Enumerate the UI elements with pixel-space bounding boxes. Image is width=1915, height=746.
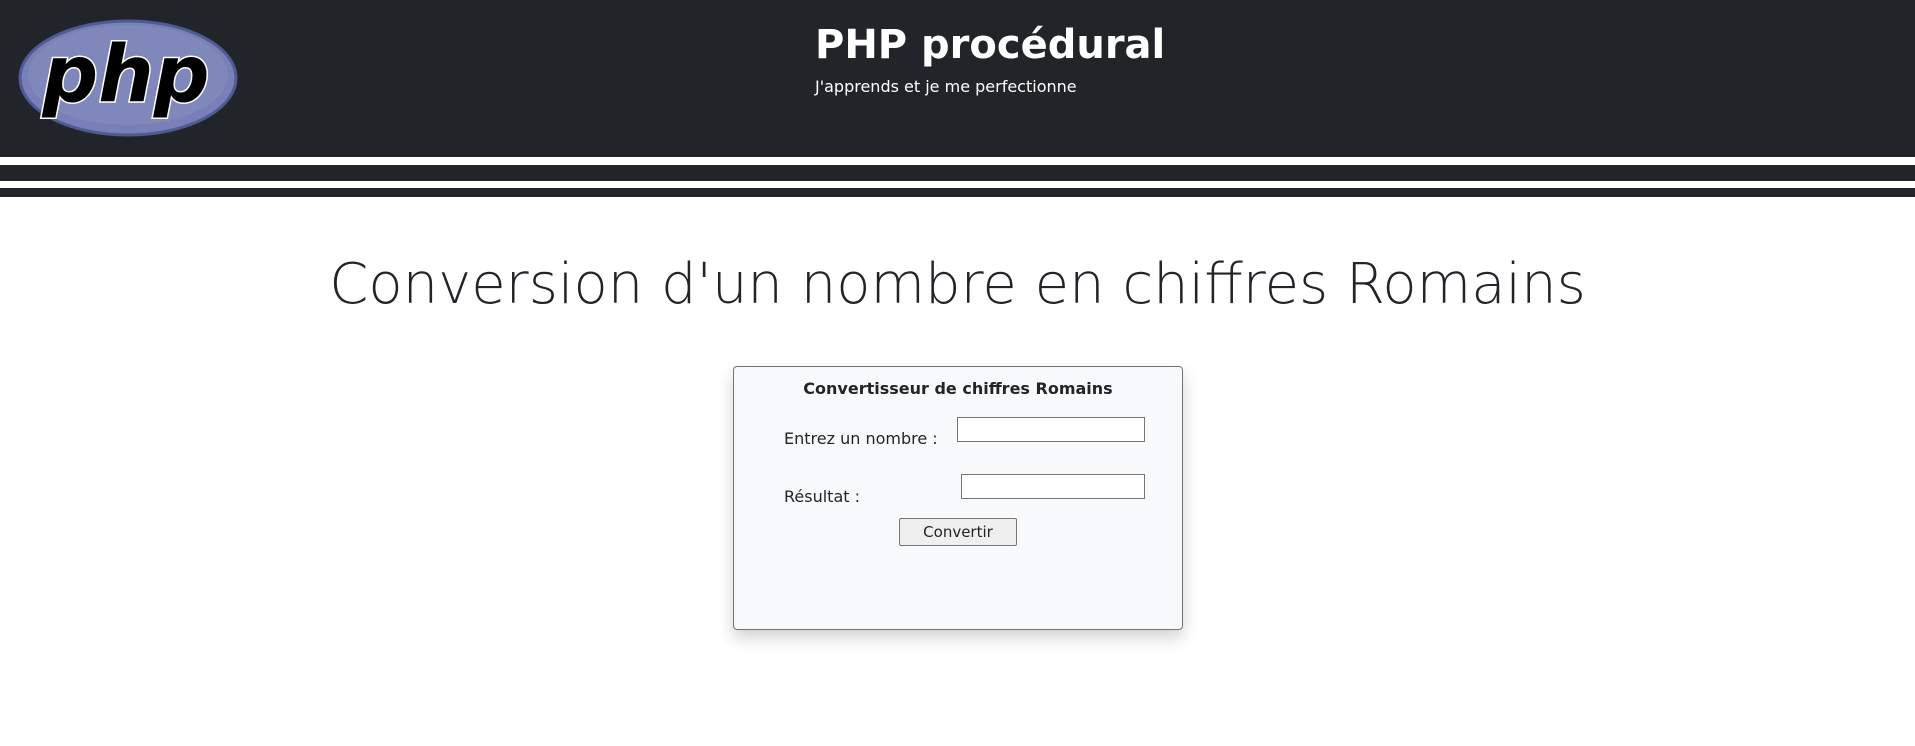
site-title: PHP procédural <box>815 22 1166 68</box>
convert-button[interactable]: Convertir <box>899 518 1017 546</box>
logo-text: php <box>41 30 209 120</box>
page-title: Conversion d'un nombre en chiffres Romai… <box>329 252 1586 317</box>
site-subtitle: J'apprends et je me perfectionne <box>815 77 1077 96</box>
result-label: Résultat : <box>784 487 860 506</box>
header-stripe <box>0 188 1915 197</box>
header-stripe <box>0 165 1915 181</box>
number-input[interactable] <box>957 417 1145 442</box>
result-field[interactable] <box>961 474 1145 499</box>
php-logo: php <box>18 19 238 137</box>
converter-panel: Convertisseur de chiffres Romains Entrez… <box>733 366 1183 630</box>
site-header: php PHP procédural J'apprends et je me p… <box>0 0 1915 157</box>
converter-title: Convertisseur de chiffres Romains <box>803 379 1113 398</box>
number-label: Entrez un nombre : <box>784 429 938 448</box>
